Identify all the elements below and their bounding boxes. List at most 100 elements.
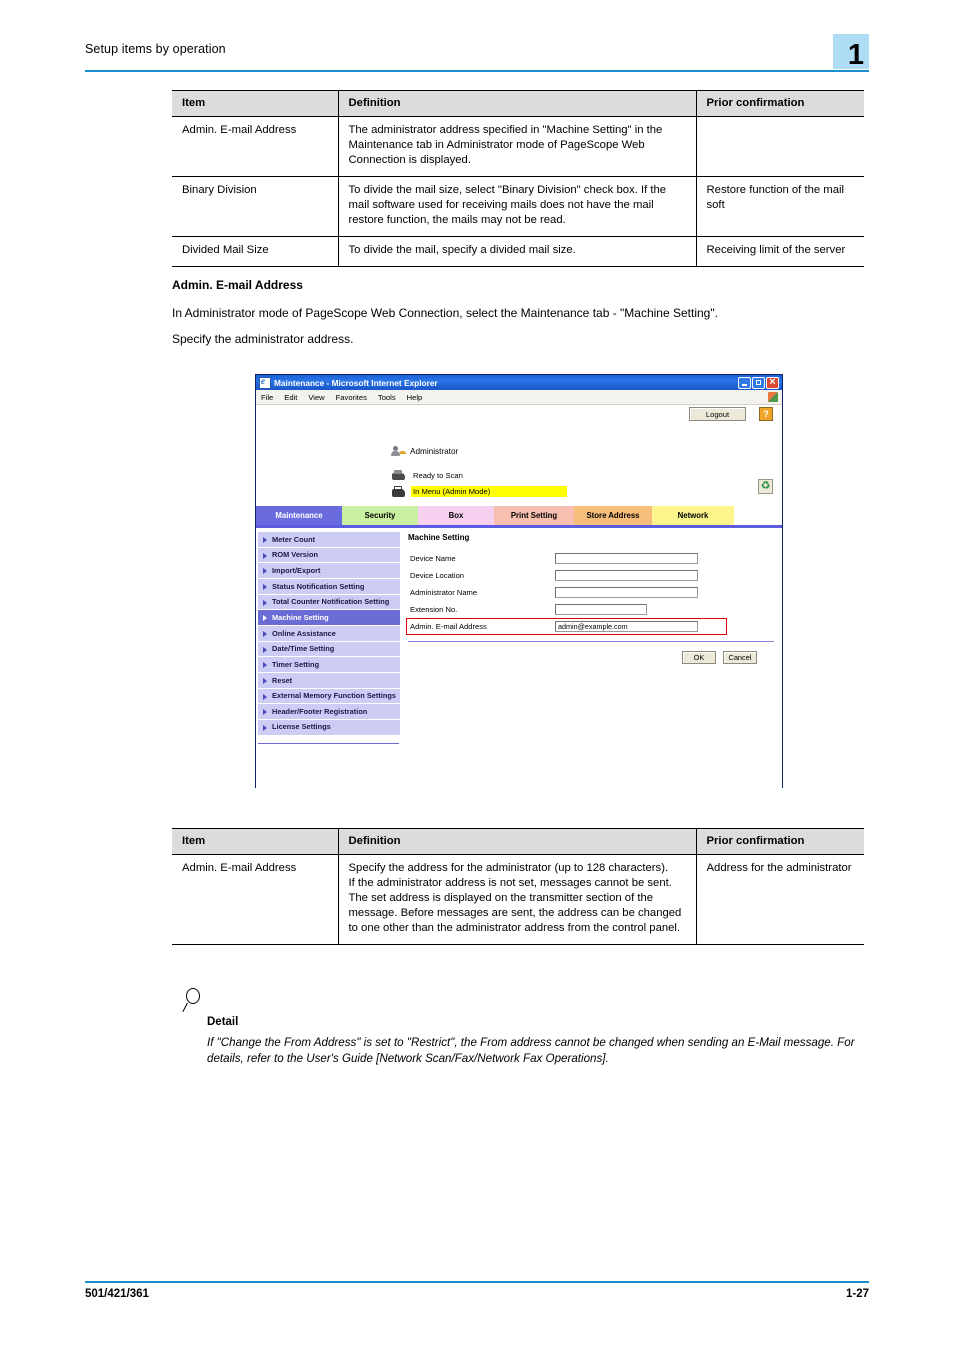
page-title: Setup items by operation <box>85 42 226 56</box>
browser-window-screenshot: Maintenance - Microsoft Internet Explore… <box>255 374 783 789</box>
field-label-admin-email-address: Admin. E-mail Address <box>410 622 487 631</box>
window-controls <box>738 375 780 390</box>
extension-no-input[interactable] <box>555 604 647 615</box>
field-row-extension-no: Extension No. <box>404 601 778 618</box>
webconnection-body: Meter Count ROM Version Import/Export St… <box>256 528 782 789</box>
printer-icon <box>391 469 406 482</box>
section-heading: Admin. E-mail Address <box>172 278 303 292</box>
minimize-icon[interactable] <box>738 376 751 389</box>
section-paragraph-1: In Administrator mode of PageScope Web C… <box>172 306 718 320</box>
menu-item-tools[interactable]: Tools <box>378 393 396 402</box>
administrator-name-input[interactable] <box>555 587 698 598</box>
cancel-button[interactable]: Cancel <box>723 651 757 665</box>
column-header-definition: Definition <box>338 827 697 856</box>
page-header: Setup items by operation 1 <box>85 34 869 74</box>
cell-prior: Restore function of the mail soft <box>696 176 864 238</box>
menu-item-favorites[interactable]: Favorites <box>336 393 367 402</box>
admin-email-address-input[interactable]: admin@example.com <box>555 621 698 632</box>
table-row: Admin. E-mail Address The administrator … <box>172 116 864 178</box>
browser-content-area: Administrator Logout ? Ready to Scan In … <box>256 405 782 789</box>
column-header-item: Item <box>172 89 339 118</box>
maximize-icon[interactable] <box>752 376 765 389</box>
printer-icon <box>391 485 406 498</box>
cell-definition: To divide the mail size, select "Binary … <box>338 176 697 238</box>
cell-prior <box>696 116 864 178</box>
device-location-input[interactable] <box>555 570 698 581</box>
table-row: Binary Division To divide the mail size,… <box>172 176 864 238</box>
spec-table-one: Item Definition Prior confirmation Admin… <box>172 89 864 268</box>
sidebar-item-total-counter-notification[interactable]: Total Counter Notification Setting <box>258 594 400 611</box>
table-row: Divided Mail Size To divide the mail, sp… <box>172 236 864 268</box>
tab-security[interactable]: Security <box>342 506 418 525</box>
sidebar-item-timer-setting[interactable]: Timer Setting <box>258 657 400 673</box>
sidebar-divider <box>258 742 399 744</box>
column-header-prior-confirmation: Prior confirmation <box>696 827 864 856</box>
sidebar-item-rom-version[interactable]: ROM Version <box>258 547 400 564</box>
device-name-input[interactable] <box>555 553 698 564</box>
sidebar-item-online-assistance[interactable]: Online Assistance <box>258 625 400 642</box>
column-header-prior-confirmation: Prior confirmation <box>696 89 864 118</box>
refresh-icon[interactable]: ♻ <box>758 479 773 494</box>
menu-item-view[interactable]: View <box>308 393 324 402</box>
panel-button-row: OK Cancel <box>404 651 757 665</box>
tab-store-address[interactable]: Store Address <box>574 506 652 525</box>
panel-divider <box>408 641 774 643</box>
sidebar-item-status-notification-setting[interactable]: Status Notification Setting <box>258 578 400 595</box>
menu-item-file[interactable]: File <box>261 393 273 402</box>
tab-box[interactable]: Box <box>418 506 494 525</box>
sidebar-item-license-settings[interactable]: License Settings <box>258 719 400 736</box>
chapter-badge: 1 <box>833 34 869 70</box>
sidebar-item-meter-count[interactable]: Meter Count <box>258 532 400 548</box>
field-row-device-name: Device Name <box>404 550 778 567</box>
sidebar-item-machine-setting[interactable]: Machine Setting <box>258 610 400 626</box>
tab-maintenance[interactable]: Maintenance <box>256 506 342 525</box>
footer-page-number: 1-27 <box>845 1288 869 1300</box>
device-status-list: Ready to Scan In Menu (Admin Mode) <box>391 468 771 500</box>
magnifier-icon <box>182 988 208 1016</box>
browser-title-bar: Maintenance - Microsoft Internet Explore… <box>256 375 782 390</box>
status-label-admin-mode: In Menu (Admin Mode) <box>411 486 567 497</box>
browser-title: Maintenance - Microsoft Internet Explore… <box>274 377 438 388</box>
cell-item: Divided Mail Size <box>172 236 339 268</box>
column-header-definition: Definition <box>338 89 697 118</box>
footer-model-numbers: 501/421/361 <box>85 1288 149 1300</box>
status-row: In Menu (Admin Mode) <box>391 484 771 499</box>
machine-setting-panel: Machine Setting Device Name Device Locat… <box>404 532 778 665</box>
sidebar-item-header-footer-registration[interactable]: Header/Footer Registration <box>258 704 400 720</box>
field-label-device-name: Device Name <box>410 554 456 563</box>
logout-button[interactable]: Logout <box>689 407 746 421</box>
webconnection-header: Administrator Logout ? Ready to Scan In … <box>256 406 782 504</box>
windows-flag-icon <box>768 392 778 402</box>
maintenance-sidebar: Meter Count ROM Version Import/Export St… <box>258 532 400 744</box>
close-icon[interactable] <box>766 375 779 390</box>
menu-item-edit[interactable]: Edit <box>284 393 297 402</box>
help-icon[interactable]: ? <box>759 407 773 421</box>
status-label-ready: Ready to Scan <box>413 471 463 480</box>
ok-button[interactable]: OK <box>682 651 716 665</box>
sidebar-item-reset[interactable]: Reset <box>258 672 400 689</box>
cell-item: Admin. E-mail Address <box>172 854 339 946</box>
table-header-row: Item Definition Prior confirmation <box>172 827 864 856</box>
field-label-administrator-name: Administrator Name <box>410 588 478 597</box>
sidebar-item-import-export[interactable]: Import/Export <box>258 563 400 579</box>
field-label-extension-no: Extension No. <box>410 605 458 614</box>
sidebar-item-date-time-setting[interactable]: Date/Time Setting <box>258 641 400 658</box>
table-row: Admin. E-mail Address Specify the addres… <box>172 854 864 946</box>
cell-item: Binary Division <box>172 176 339 238</box>
section-paragraph-2: Specify the administrator address. <box>172 332 354 346</box>
field-row-administrator-name: Administrator Name <box>404 584 778 601</box>
detail-text: If "Change the From Address" is set to "… <box>207 1036 855 1066</box>
menu-item-help[interactable]: Help <box>407 393 423 402</box>
webconnection-tab-bar: Maintenance Security Box Print Setting S… <box>256 506 782 525</box>
cell-item: Admin. E-mail Address <box>172 116 339 178</box>
administrator-icon <box>391 445 404 457</box>
column-header-item: Item <box>172 827 339 856</box>
cell-definition: To divide the mail, specify a divided ma… <box>338 236 697 268</box>
spec-table-two: Item Definition Prior confirmation Admin… <box>172 827 864 946</box>
sidebar-item-external-memory-function[interactable]: External Memory Function Settings <box>258 688 400 705</box>
ie-logo-icon <box>259 376 271 389</box>
tab-network[interactable]: Network <box>652 506 734 525</box>
tab-print-setting[interactable]: Print Setting <box>494 506 574 525</box>
cell-prior: Address for the administrator <box>696 854 864 946</box>
user-name: Administrator <box>410 446 459 456</box>
